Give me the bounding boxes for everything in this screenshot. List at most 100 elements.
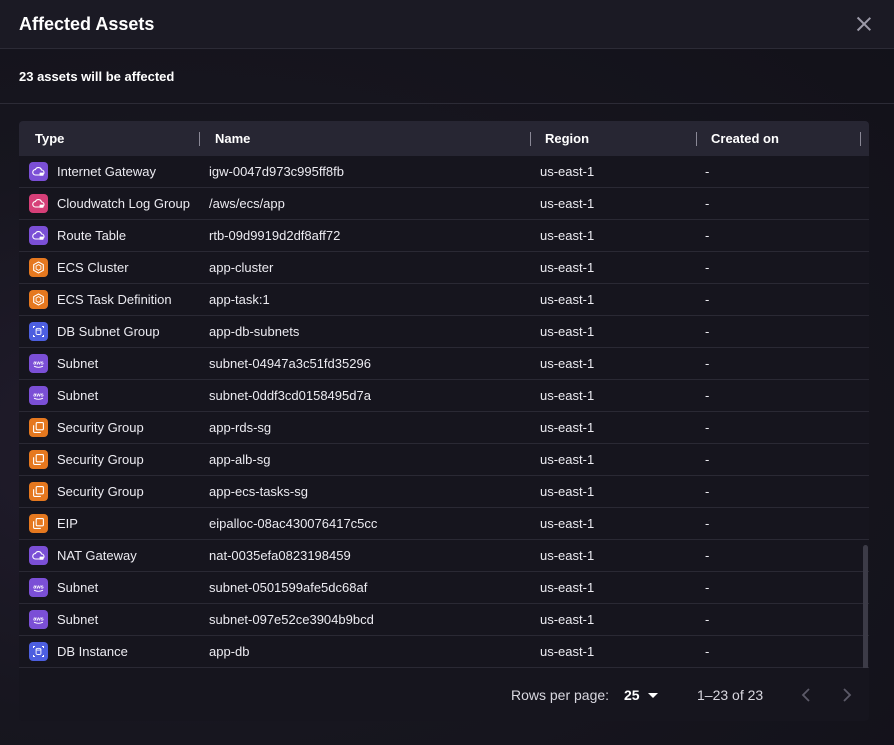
- cloud-lock-icon: [29, 194, 48, 213]
- table-row[interactable]: Security Group app-ecs-tasks-sg us-east-1 -: [19, 476, 869, 508]
- affected-count-text: 23 assets will be affected: [0, 49, 894, 104]
- assets-table: Type Name Region Created on Internet Gat…: [19, 121, 869, 721]
- copy-icon: [29, 482, 48, 501]
- type-label: DB Instance: [57, 644, 128, 659]
- table-row[interactable]: ECS Task Definition app-task:1 us-east-1 -: [19, 284, 869, 316]
- cell-type: ECS Task Definition: [29, 284, 172, 315]
- column-header-region[interactable]: Region: [545, 121, 589, 156]
- chevron-left-icon: [801, 687, 810, 702]
- table-row[interactable]: aws Subnet subnet-097e52ce3904b9bcd us-east…: [19, 604, 869, 636]
- cell-created-on: -: [705, 420, 710, 435]
- type-label: ECS Cluster: [57, 260, 129, 275]
- cloud-lock-icon: [29, 226, 48, 245]
- cell-region: us-east-1: [540, 228, 595, 243]
- cell-created-on: -: [705, 388, 710, 403]
- cell-type: Route Table: [29, 220, 126, 251]
- cell-created-on: -: [705, 260, 710, 275]
- dialog-title: Affected Assets: [19, 13, 155, 34]
- pagination-range: 1–23 of 23: [697, 686, 764, 703]
- next-page-button[interactable]: [837, 685, 857, 705]
- cell-name: igw-0047d973c995ff8fb: [209, 164, 344, 179]
- column-resize-handle[interactable]: [199, 132, 200, 146]
- previous-page-button[interactable]: [796, 685, 816, 705]
- type-label: Subnet: [57, 388, 99, 403]
- table-row[interactable]: Route Table rtb-09d9919d2df8aff72 us-east-…: [19, 220, 869, 252]
- type-label: Security Group: [57, 452, 144, 467]
- cell-region: us-east-1: [540, 516, 595, 531]
- cell-created-on: -: [705, 516, 710, 531]
- copy-icon: [29, 514, 48, 533]
- type-label: Internet Gateway: [57, 164, 156, 179]
- hexagon-icon: [29, 258, 48, 277]
- table-row[interactable]: Security Group app-rds-sg us-east-1 -: [19, 412, 869, 444]
- cell-name: subnet-0501599afe5dc68af: [209, 580, 368, 595]
- cell-created-on: -: [705, 484, 710, 499]
- type-label: Security Group: [57, 420, 144, 435]
- cell-created-on: -: [705, 452, 710, 467]
- type-label: Subnet: [57, 356, 99, 371]
- type-label: DB Subnet Group: [57, 324, 160, 339]
- copy-icon: [29, 450, 48, 469]
- cell-name: app-rds-sg: [209, 420, 272, 435]
- close-icon[interactable]: [855, 15, 873, 33]
- type-label: Security Group: [57, 484, 144, 499]
- cell-region: us-east-1: [540, 484, 595, 499]
- table-row[interactable]: DB Subnet Group app-db-subnets us-east-1 -: [19, 316, 869, 348]
- table-row[interactable]: NAT Gateway nat-0035efa0823198459 us-east-…: [19, 540, 869, 572]
- cell-type: Internet Gateway: [29, 156, 156, 187]
- cell-type: EIP: [29, 508, 78, 539]
- table-row[interactable]: Internet Gateway igw-0047d973c995ff8fb us-…: [19, 156, 869, 188]
- column-resize-handle[interactable]: [696, 132, 697, 146]
- cell-name: app-db-subnets: [209, 324, 300, 339]
- cloud-lock-icon: [29, 162, 48, 181]
- table-row[interactable]: Cloudwatch Log Group/aws/ecs/app us-east-…: [19, 188, 869, 220]
- cell-created-on: -: [705, 580, 710, 595]
- cell-type: aws Subnet: [29, 348, 98, 379]
- cell-name: subnet-097e52ce3904b9bcd: [209, 612, 374, 627]
- chevron-right-icon: [843, 687, 852, 702]
- cell-name: /aws/ecs/app: [209, 196, 285, 211]
- cell-created-on: -: [705, 644, 710, 659]
- rows-per-page-select[interactable]: 25: [624, 687, 658, 703]
- table-row[interactable]: aws Subnet subnet-0501599afe5dc68af us-east…: [19, 572, 869, 604]
- column-resize-handle[interactable]: [860, 132, 861, 146]
- cell-region: us-east-1: [540, 644, 595, 659]
- table-row[interactable]: aws Subnet subnet-0ddf3cd0158495d7a us-east…: [19, 380, 869, 412]
- cell-created-on: -: [705, 548, 710, 563]
- cell-region: us-east-1: [540, 420, 595, 435]
- database-icon: [29, 642, 48, 661]
- cell-name: app-cluster: [209, 260, 274, 275]
- table-header: Type Name Region Created on: [19, 121, 869, 156]
- table-body: Internet Gateway igw-0047d973c995ff8fb us-…: [19, 156, 869, 668]
- cell-type: Security Group: [29, 444, 144, 475]
- cell-region: us-east-1: [540, 196, 595, 211]
- cell-name: eipalloc-08ac430076417c5cc: [209, 516, 378, 531]
- rows-per-page-label: Rows per page:: [511, 686, 610, 703]
- cell-type: Security Group: [29, 412, 144, 443]
- scrollbar[interactable]: [863, 545, 868, 668]
- cell-type: ECS Cluster: [29, 252, 129, 283]
- type-label: Subnet: [57, 612, 99, 627]
- cell-created-on: -: [705, 292, 710, 307]
- column-resize-handle[interactable]: [530, 132, 531, 146]
- cell-region: us-east-1: [540, 164, 595, 179]
- column-header-name[interactable]: Name: [215, 121, 250, 156]
- column-header-type[interactable]: Type: [35, 121, 64, 156]
- svg-text:aws: aws: [33, 585, 44, 591]
- table-row[interactable]: EIP eipalloc-08ac430076417c5cc us-east-1 -: [19, 508, 869, 540]
- table-row[interactable]: Security Group app-alb-sg us-east-1 -: [19, 444, 869, 476]
- copy-icon: [29, 418, 48, 437]
- cell-type: aws Subnet: [29, 604, 98, 635]
- cell-type: aws Subnet: [29, 572, 98, 603]
- table-row[interactable]: ECS Cluster app-cluster us-east-1 -: [19, 252, 869, 284]
- cell-name: app-db: [209, 644, 250, 659]
- table-pagination: Rows per page: 25 1–23 of 23: [19, 668, 869, 721]
- table-row[interactable]: DB Instance app-db us-east-1 -: [19, 636, 869, 668]
- column-header-created-on[interactable]: Created on: [711, 121, 779, 156]
- cell-created-on: -: [705, 164, 710, 179]
- table-row[interactable]: aws Subnet subnet-04947a3c51fd35296 us-east…: [19, 348, 869, 380]
- cell-type: Security Group: [29, 476, 144, 507]
- cell-name: app-alb-sg: [209, 452, 271, 467]
- cell-name: app-task:1: [209, 292, 270, 307]
- type-label: ECS Task Definition: [57, 292, 172, 307]
